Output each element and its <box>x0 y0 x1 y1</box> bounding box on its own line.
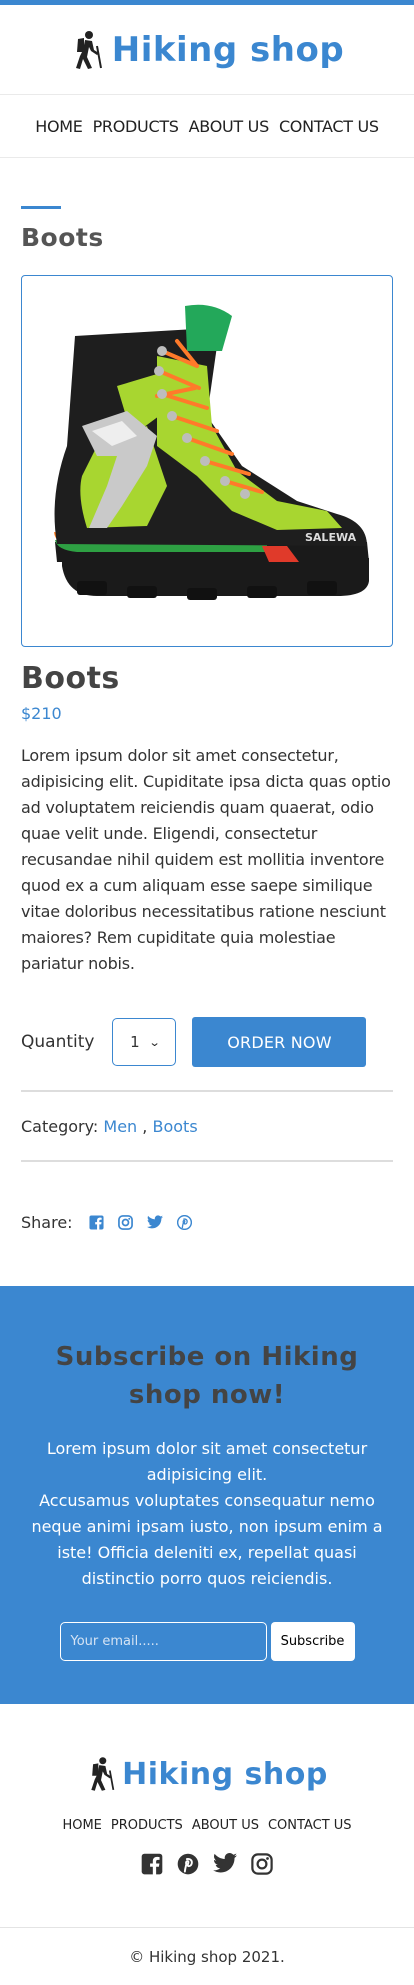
title-accent-line <box>21 206 61 209</box>
copyright-text: © Hiking shop 2021. <box>129 1947 285 1966</box>
hiker-icon <box>91 1757 115 1791</box>
copyright: © Hiking shop 2021. <box>0 1927 414 1985</box>
footer-logo[interactable]: Hiking shop <box>86 1756 328 1792</box>
email-placeholder: Your email..... <box>70 1634 159 1649</box>
quantity-value: 1 <box>130 1033 140 1051</box>
quantity-select[interactable]: 1 ⌄ <box>112 1018 177 1066</box>
product-content: Boots SALEWA Boots $210 Lorem ipsum dolo… <box>0 206 414 1234</box>
site-footer: Hiking shop HOME PRODUCTS ABOUT US CONTA… <box>0 1704 414 1985</box>
footer-nav-contact-us[interactable]: CONTACT US <box>268 1818 352 1833</box>
section-title: Boots <box>21 223 104 252</box>
nav-home[interactable]: HOME <box>35 117 83 136</box>
facebook-icon[interactable] <box>89 1214 104 1230</box>
category-label: Category: <box>21 1116 99 1136</box>
category-link-boots[interactable]: Boots <box>152 1117 197 1136</box>
twitter-icon[interactable] <box>213 1853 237 1875</box>
facebook-icon[interactable] <box>141 1853 163 1875</box>
footer-logo-text: Hiking shop <box>122 1756 328 1792</box>
pinterest-icon[interactable] <box>176 1214 192 1230</box>
footer-nav-about-us[interactable]: ABOUT US <box>192 1818 259 1833</box>
subscribe-text-line2: Accusamus voluptates consequatur nemo ne… <box>31 1491 383 1588</box>
pinterest-icon[interactable] <box>177 1853 199 1875</box>
site-header: Hiking shop <box>0 5 414 95</box>
instagram-icon[interactable] <box>251 1853 273 1875</box>
share-label: Share: <box>21 1212 73 1232</box>
svg-text:SALEWA: SALEWA <box>305 531 357 544</box>
subscribe-form: Your email..... Subscribe <box>59 1622 355 1661</box>
order-row: Quantity 1 ⌄ ORDER NOW <box>21 1017 393 1067</box>
subscribe-text: Lorem ipsum dolor sit amet consectetur a… <box>22 1436 392 1592</box>
chevron-down-icon: ⌄ <box>148 1035 161 1049</box>
quantity-label: Quantity <box>21 1032 95 1052</box>
category-link-men[interactable]: Men <box>103 1117 137 1136</box>
footer-nav-products[interactable]: PRODUCTS <box>111 1818 183 1833</box>
nav-contact-us[interactable]: CONTACT US <box>279 117 379 136</box>
product-price: $210 <box>21 704 62 723</box>
hiker-icon[interactable] <box>70 30 104 70</box>
instagram-icon[interactable] <box>117 1214 133 1230</box>
product-image-frame[interactable]: SALEWA <box>21 275 393 647</box>
category-row: Category: Men , Boots <box>21 1092 393 1160</box>
product-title: Boots <box>21 661 120 696</box>
email-input[interactable]: Your email..... <box>59 1622 267 1661</box>
footer-social <box>141 1853 273 1875</box>
subscribe-button[interactable]: Subscribe <box>270 1622 355 1661</box>
subscribe-section: Subscribe on Hiking shop now! Lorem ipsu… <box>0 1286 414 1704</box>
footer-nav: HOME PRODUCTS ABOUT US CONTACT US <box>62 1818 351 1833</box>
share-row: Share: <box>21 1210 393 1234</box>
divider <box>21 1160 393 1162</box>
product-description: Lorem ipsum dolor sit amet consectetur, … <box>21 746 391 973</box>
order-now-button[interactable]: ORDER NOW <box>192 1017 367 1067</box>
nav-about-us[interactable]: ABOUT US <box>189 117 270 136</box>
subscribe-text-line1: Lorem ipsum dolor sit amet consectetur a… <box>46 1439 368 1484</box>
footer-nav-home[interactable]: HOME <box>62 1818 101 1833</box>
twitter-icon[interactable] <box>146 1215 163 1229</box>
boot-image: SALEWA <box>54 304 369 600</box>
main-nav: HOME PRODUCTS ABOUT US CONTACT US <box>0 95 414 158</box>
nav-products[interactable]: PRODUCTS <box>93 117 179 136</box>
subscribe-title: Subscribe on Hiking shop now! <box>55 1342 359 1410</box>
logo-text[interactable]: Hiking shop <box>112 30 344 70</box>
category-separator: , <box>142 1116 148 1136</box>
